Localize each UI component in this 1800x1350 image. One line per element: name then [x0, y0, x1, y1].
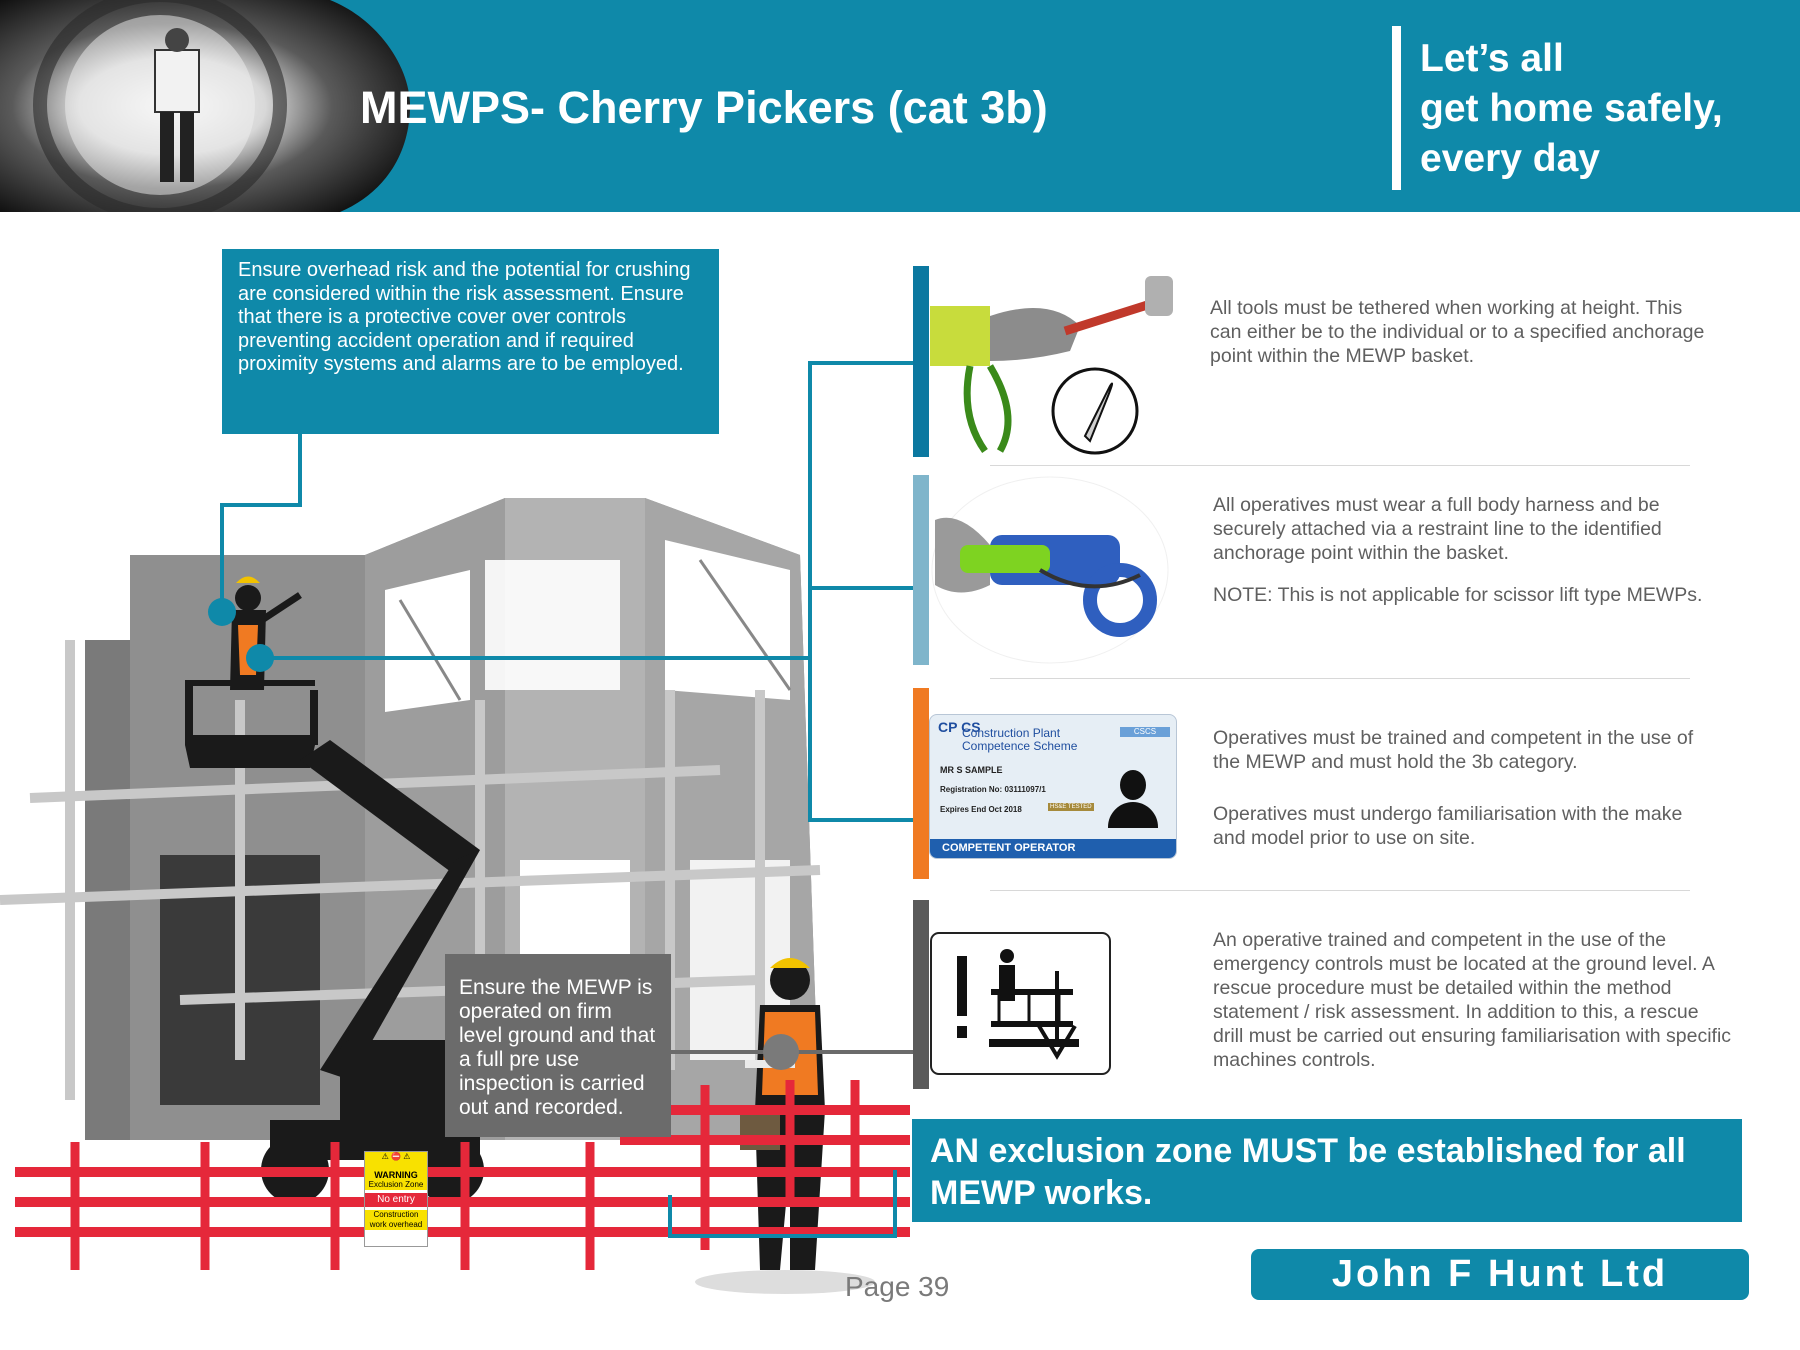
cpcs-expires: Expires End Oct 2018 — [940, 805, 1022, 814]
item-4-paragraph-1: An operative trained and competent in th… — [1213, 929, 1732, 1071]
emergency-lowering-icon — [930, 932, 1111, 1075]
page-title: MEWPS- Cherry Pickers (cat 3b) — [360, 82, 1048, 133]
warning-sign: ⚠ ⛔ ⚠ WARNING Exclusion Zone No entry Co… — [364, 1151, 428, 1247]
cpcs-badge: CSCS — [1120, 727, 1170, 737]
exclusion-zone-banner: AN exclusion zone MUST be established fo… — [912, 1119, 1742, 1222]
slogan-line-1: Let’s all — [1420, 37, 1564, 80]
cpcs-footer: COMPETENT OPERATOR — [930, 839, 1176, 858]
slogan: Let’s all get home safely, every day — [1420, 34, 1723, 184]
item-3-paragraph-1: Operatives must be trained and competent… — [1213, 727, 1694, 773]
warning-sign-middle: No entry — [365, 1193, 427, 1207]
header-tunnel-photo — [0, 0, 410, 212]
item-4-text: An operative trained and competent in th… — [1213, 928, 1733, 1072]
cpcs-photo-icon — [1108, 770, 1158, 830]
warning-sign-subtitle: Exclusion Zone — [365, 1180, 427, 1190]
item-3-paragraph-2: Operatives must undergo familiarisation … — [1213, 803, 1683, 849]
item-3-color-bar — [913, 688, 929, 879]
item-3-text: Operatives must be trained and competent… — [1213, 726, 1713, 850]
warning-sign-title: WARNING — [365, 1170, 427, 1180]
callout-overhead-risk: Ensure overhead risk and the potential f… — [222, 249, 719, 434]
harness-hook-icon — [931, 476, 1169, 664]
item-4-color-bar — [913, 900, 929, 1089]
cpcs-card-icon: CP CS Construction Plant Competence Sche… — [929, 714, 1177, 859]
divider — [990, 678, 1690, 679]
item-1-paragraph-1: All tools must be tethered when working … — [1210, 297, 1705, 367]
divider — [990, 465, 1690, 466]
slogan-line-2: get home safely, — [1420, 87, 1723, 130]
item-2-text: All operatives must wear a full body har… — [1213, 493, 1733, 607]
item-2-paragraph-2: NOTE: This is not applicable for scissor… — [1213, 584, 1703, 606]
item-1-color-bar — [913, 266, 929, 457]
cpcs-registration: Registration No: 03111097/1 — [940, 785, 1046, 794]
item-1-text: All tools must be tethered when working … — [1210, 296, 1710, 368]
item-2-paragraph-1: All operatives must wear a full body har… — [1213, 494, 1662, 564]
callout-firm-ground: Ensure the MEWP is operated on firm leve… — [445, 954, 671, 1137]
warning-sign-bottom: Construction work overhead — [365, 1210, 427, 1230]
warning-symbols-icon: ⚠ ⛔ ⚠ — [365, 1152, 427, 1170]
company-logo: John F Hunt Ltd — [1251, 1249, 1749, 1300]
slogan-line-3: every day — [1420, 137, 1600, 180]
divider — [990, 890, 1690, 891]
cpcs-name: MR S SAMPLE — [940, 765, 1003, 775]
slogan-divider — [1392, 26, 1401, 190]
page-number: Page 39 — [845, 1271, 950, 1302]
cpcs-scheme-line-2: Competence Scheme — [962, 739, 1078, 753]
cpcs-tested: HS&E TESTED — [1048, 803, 1094, 811]
item-2-color-bar — [913, 475, 929, 665]
tool-lanyard-icon — [930, 276, 1173, 455]
